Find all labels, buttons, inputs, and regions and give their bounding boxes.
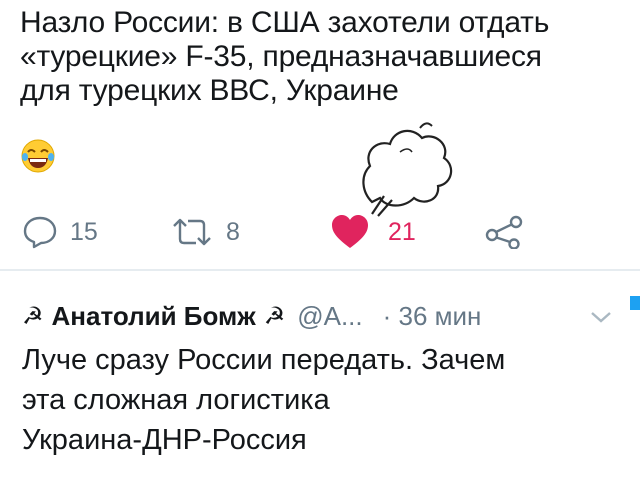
retweet-icon [173, 218, 211, 246]
reply-button[interactable]: 15 [22, 212, 98, 252]
like-count: 21 [388, 217, 416, 246]
reply-count: 15 [70, 217, 98, 246]
reply-text-line: Украина-ДНР-Россия [22, 424, 307, 456]
hammer-sickle-symbol: ☭ [22, 302, 44, 330]
tweet-text-line: Назло России: в США захотели отдать [20, 6, 550, 39]
laughing-emoji-icon [21, 139, 55, 173]
timestamp[interactable]: · 36 мин [383, 301, 482, 332]
retweet-button[interactable]: 8 [170, 212, 240, 252]
author-name[interactable]: Анатолий Бомж [52, 301, 256, 332]
divider [0, 269, 640, 271]
heart-icon [332, 215, 368, 248]
reply-header[interactable]: ☭ Анатолий Бомж ☭ @А... · 36 мин [22, 296, 481, 336]
speech-bubble-doodle [362, 122, 453, 217]
reply-text: Луче сразу России передать. Зачем эта сл… [22, 340, 622, 460]
tweet-text-line: «турецкие» F-35, предназначавшиеся [20, 40, 542, 73]
reply-text-line: эта сложная логистика [22, 384, 330, 416]
share-icon [485, 215, 523, 249]
screenshot: Назло России: в США захотели отдать «тур… [0, 0, 640, 487]
author-handle[interactable]: @А... [297, 301, 362, 332]
reply-text-line: Луче сразу России передать. Зачем [22, 344, 506, 376]
scroll-indicator [630, 296, 640, 310]
chevron-down-icon[interactable] [588, 308, 614, 326]
tweet-text-line: для турецких ВВС, Украине [20, 74, 399, 107]
reply-icon [23, 216, 57, 249]
tweet-text: Назло России: в США захотели отдать «тур… [20, 6, 620, 108]
hammer-sickle-symbol: ☭ [263, 302, 286, 330]
retweet-count: 8 [226, 217, 240, 246]
share-button[interactable] [484, 212, 524, 252]
like-button[interactable]: 21 [330, 212, 416, 252]
